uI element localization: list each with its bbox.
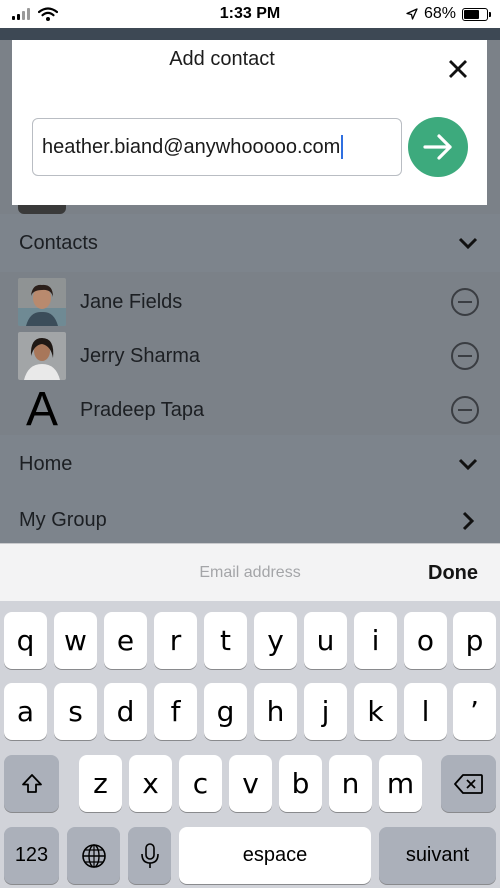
input-hint: Email address [199, 564, 301, 581]
key-y[interactable]: y [254, 612, 297, 669]
key-e[interactable]: e [104, 612, 147, 669]
key-v[interactable]: v [229, 755, 272, 812]
key-p[interactable]: p [453, 612, 496, 669]
chevron-down-icon [458, 237, 478, 250]
text-caret [341, 135, 344, 159]
dictation-key[interactable] [128, 827, 171, 884]
submit-contact-button[interactable] [408, 117, 468, 177]
section-my-group[interactable]: My Group [0, 493, 500, 543]
key-r[interactable]: r [154, 612, 197, 669]
backspace-icon [453, 773, 483, 794]
key-z[interactable]: z [79, 755, 122, 812]
key-o[interactable]: o [404, 612, 447, 669]
section-contacts[interactable]: Contacts [0, 214, 500, 272]
contact-row[interactable]: Jane Fields [0, 275, 500, 329]
status-bar: 1:33 PM 68% [0, 0, 500, 28]
battery-fill [464, 9, 479, 19]
remove-contact-icon[interactable] [450, 395, 480, 425]
dialog-title: Add contact [169, 48, 275, 70]
key-w[interactable]: w [54, 612, 97, 669]
contact-name: Jerry Sharma [80, 344, 201, 367]
add-contact-dialog: Add contact heather.biand@anywhooooo.com [12, 40, 487, 205]
battery-icon [462, 7, 491, 21]
close-icon[interactable] [447, 58, 469, 80]
wifi-icon [38, 7, 58, 21]
key-q[interactable]: q [4, 612, 47, 669]
keyboard: q w e r t y u i o p a s d f g h j k l ’ … [0, 601, 500, 888]
key-h[interactable]: h [254, 683, 297, 740]
key-l[interactable]: l [404, 683, 447, 740]
status-right: 68% [406, 5, 491, 23]
chevron-right-icon [462, 511, 475, 531]
status-time: 1:33 PM [219, 5, 281, 22]
key-a[interactable]: a [4, 683, 47, 740]
microphone-icon [140, 842, 159, 868]
avatar-letter: A [25, 386, 58, 434]
key-t[interactable]: t [204, 612, 247, 669]
key-apostrophe[interactable]: ’ [453, 683, 496, 740]
app-header-strip [0, 28, 500, 40]
key-g[interactable]: g [204, 683, 247, 740]
section-home[interactable]: Home [0, 435, 500, 493]
key-j[interactable]: j [304, 683, 347, 740]
key-k[interactable]: k [354, 683, 397, 740]
globe-key[interactable] [67, 827, 120, 884]
remove-contact-icon[interactable] [450, 341, 480, 371]
shift-icon [21, 773, 42, 793]
key-m[interactable]: m [379, 755, 422, 812]
avatar [18, 278, 66, 326]
key-d[interactable]: d [104, 683, 147, 740]
chevron-down-icon [458, 458, 478, 471]
key-s[interactable]: s [54, 683, 97, 740]
email-input-value: heather.biand@anywhooooo.com [42, 135, 341, 158]
contact-row[interactable]: A Pradeep Tapa [0, 383, 500, 437]
delete-key[interactable] [441, 755, 496, 812]
contact-row[interactable]: Jerry Sharma [0, 329, 500, 383]
section-label: My Group [19, 509, 107, 531]
globe-icon [81, 843, 106, 868]
contact-name: Jane Fields [80, 290, 183, 313]
section-label: Home [19, 452, 73, 475]
arrow-right-icon [423, 134, 452, 160]
key-b[interactable]: b [279, 755, 322, 812]
key-n[interactable]: n [329, 755, 372, 812]
key-f[interactable]: f [154, 683, 197, 740]
done-button[interactable]: Done [428, 544, 478, 602]
status-left [12, 7, 58, 21]
remove-contact-icon[interactable] [450, 287, 480, 317]
battery-percent: 68% [423, 5, 456, 22]
location-arrow-icon [406, 8, 418, 20]
contact-name: Pradeep Tapa [80, 398, 205, 421]
signal-strength-icon [12, 8, 30, 20]
space-key[interactable]: espace [179, 827, 371, 884]
section-label: Contacts [19, 231, 98, 254]
return-key[interactable]: suivant [379, 827, 496, 884]
key-u[interactable]: u [304, 612, 347, 669]
key-x[interactable]: x [129, 755, 172, 812]
key-i[interactable]: i [354, 612, 397, 669]
keyboard-accessory-bar: Email address Done [0, 543, 500, 601]
email-input[interactable]: heather.biand@anywhooooo.com [32, 118, 402, 176]
avatar [18, 332, 66, 380]
shift-key[interactable] [4, 755, 59, 812]
numbers-key[interactable]: 123 [4, 827, 59, 884]
key-c[interactable]: c [179, 755, 222, 812]
